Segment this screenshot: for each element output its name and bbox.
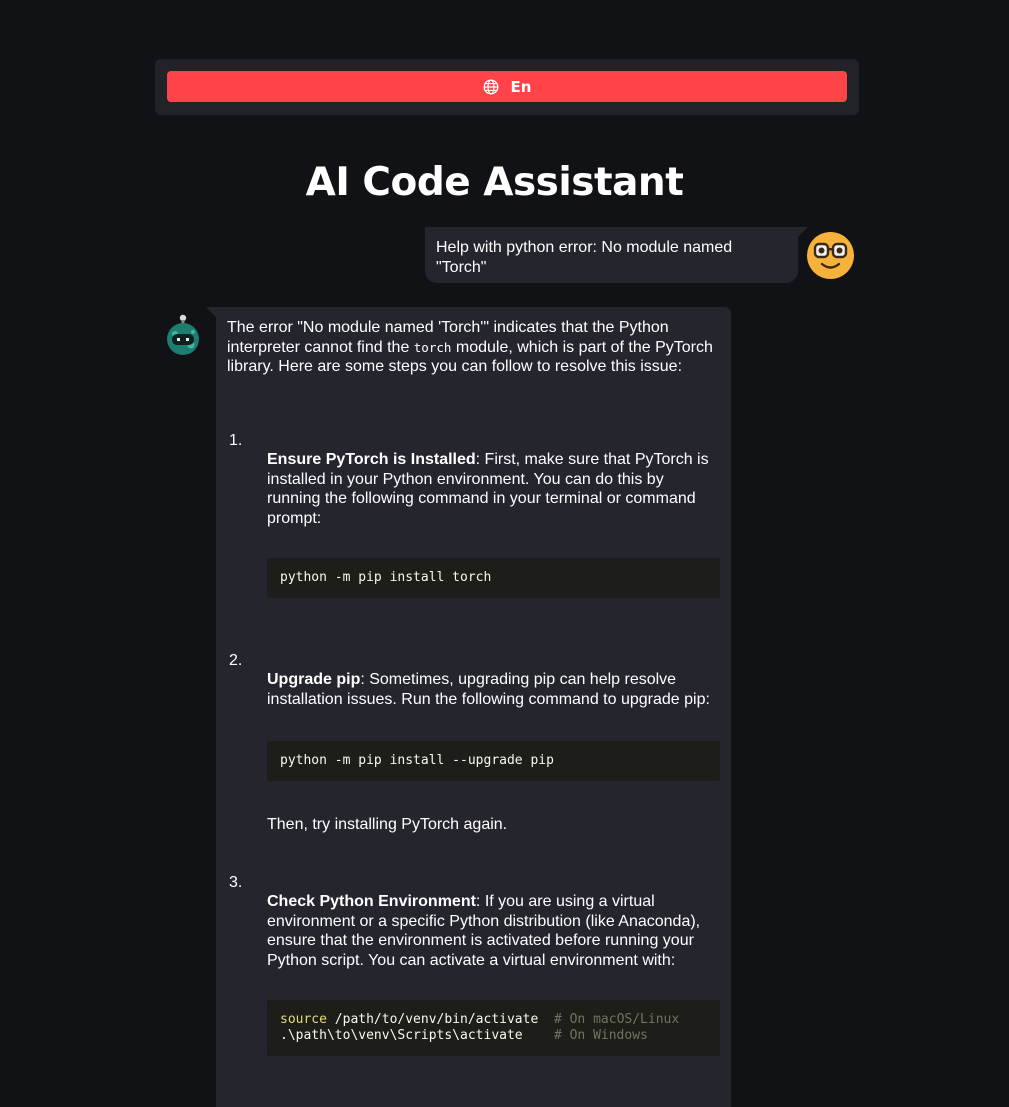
- user-message-text: Help with python error: No module named …: [436, 239, 733, 276]
- code-block[interactable]: source /path/to/venv/bin/activate # On m…: [267, 1000, 720, 1056]
- step-number: 2.: [229, 652, 243, 669]
- step-number: 1.: [229, 432, 243, 449]
- language-label: En: [510, 77, 532, 96]
- globe-icon: [483, 79, 498, 94]
- user-message: Help with python error: No module named …: [425, 227, 808, 283]
- language-select-button[interactable]: En: [167, 71, 847, 102]
- code-block[interactable]: python -m pip install torch: [267, 558, 720, 598]
- nerd-face-emoji-avatar: [807, 232, 854, 279]
- assistant-intro: The error "No module named 'Torch'" indi…: [227, 319, 713, 375]
- inline-code: torch: [413, 339, 452, 355]
- page-title: AI Code Assistant: [305, 160, 684, 205]
- step-text: Upgrade pip: Sometimes, upgrading pip ca…: [267, 671, 710, 708]
- code-block[interactable]: python -m pip install --upgrade pip: [267, 741, 720, 781]
- assistant-message: The error "No module named 'Torch'" indi…: [206, 307, 731, 1107]
- step-after-text: Then, try installing PyTorch again.: [267, 816, 508, 833]
- robot-avatar: [167, 314, 199, 355]
- step-text: Check Python Environment: If you are usi…: [267, 893, 701, 969]
- step-number: 3.: [229, 874, 243, 891]
- language-bar: En: [155, 59, 859, 115]
- step-text: Ensure PyTorch is Installed: First, make…: [267, 451, 709, 527]
